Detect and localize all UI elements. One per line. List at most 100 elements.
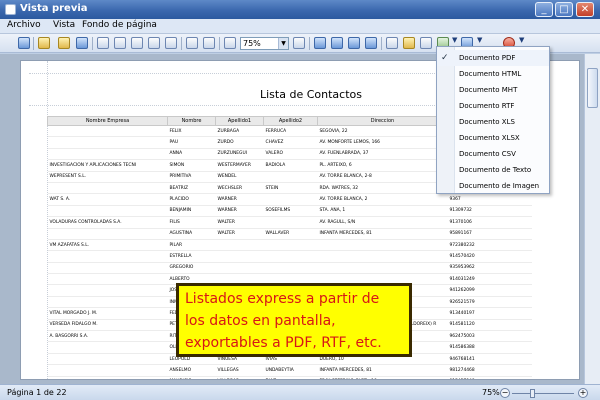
maximize-button[interactable]: □ [555,2,573,17]
table-cell: STEIN [263,182,318,195]
zoom-out-button[interactable]: − [500,388,510,398]
column-header: Apellido2 [263,116,318,126]
email-dropdown-arrow-icon[interactable]: ▼ [477,36,482,44]
print-icon[interactable] [114,37,126,49]
close-button[interactable]: ✕ [576,2,594,17]
table-row: AGUSTINA WALTER WALLAVER INFANTA MERCEDES, … [47,228,532,240]
table-cell: 91309732 [447,205,532,218]
table-cell [317,250,448,263]
window-title: Vista previa [20,3,88,14]
vertical-scrollbar[interactable] [584,54,600,384]
export-menu-item-label: Documento de Texto [459,166,532,174]
menu-fondo-pagina[interactable]: Fondo de página [82,20,157,30]
table-cell: ANNA [167,148,216,161]
table-cell [47,250,168,263]
magnifier-icon[interactable] [203,37,215,49]
menu-archivo[interactable]: Archivo [7,20,41,30]
table-cell: BADIOLA [263,159,318,172]
zoom-out-icon[interactable] [224,37,236,49]
table-cell: 972380232 [447,239,532,252]
export-menu-item[interactable]: Documento de Imagen [437,178,549,194]
zoom-select-value: 75% [243,39,261,48]
first-page-icon[interactable] [314,37,326,49]
last-page-icon[interactable] [365,37,377,49]
table-cell: 9367 [447,193,532,206]
minimize-button[interactable]: _ [535,2,553,17]
export-menu-item-label: Documento CSV [459,150,516,158]
table-cell: INVESTIGACION Y APLICACIONES TECNI [47,159,168,172]
table-cell: ESTRELLA [167,250,216,263]
export-menu-item[interactable]: ✓ Documento PDF [437,50,549,66]
table-row: VOLADURAS CONTROLADAS S.A. FILIS WALTER AV.… [47,216,532,229]
table-cell: ZURZUNEGUI [215,148,264,161]
close-dropdown-arrow-icon[interactable]: ▼ [519,36,524,44]
menu-vista[interactable]: Vista [53,20,75,30]
zoom-slider-track[interactable] [512,393,574,394]
prev-page-icon[interactable] [331,37,343,49]
table-cell [47,364,168,377]
page-setup-icon[interactable] [97,37,109,49]
table-cell: VILLEGAS [215,364,264,377]
table-cell [215,262,264,275]
multi-page-icon[interactable] [386,37,398,49]
column-header: Nombre [167,116,216,126]
table-cell: SEGOVIA, 22 [317,125,448,138]
export-menu-item[interactable]: Documento CSV [437,146,549,162]
toolbar-separator [181,37,182,50]
zoom-in-icon[interactable] [293,37,305,49]
export-dropdown-arrow-icon[interactable]: ▼ [452,36,457,44]
export-menu-item[interactable]: Documento MHT [437,82,549,98]
color-icon[interactable] [403,37,415,49]
table-cell: BEATRIZ [167,182,216,195]
header-footer-icon[interactable] [165,37,177,49]
table-cell [263,250,318,263]
margins-icon[interactable] [148,37,160,49]
table-cell: ZURDO [215,136,264,149]
table-cell: AV. RAGULL, S/N [317,216,448,229]
table-cell: SIMON [167,159,216,172]
title-bar: Vista previa _ □ ✕ [0,0,600,19]
export-menu-item-label: Documento RTF [459,102,515,110]
table-cell: 913440197 [447,307,532,320]
margin-guide [29,73,459,74]
table-row: GREGORIO 935953962 [47,262,532,275]
table-cell: VILLEGAS [215,376,264,379]
table-cell [47,284,168,297]
zoom-slider-thumb[interactable] [530,389,535,398]
table-cell: ZURBAGA [215,125,264,138]
export-menu-item[interactable]: Documento XLS [437,114,549,130]
table-row: ESTRELLA 914570420 [47,250,532,263]
open-icon[interactable] [58,37,70,49]
save-icon[interactable] [76,37,88,49]
hand-icon[interactable] [186,37,198,49]
export-menu-item-label: Documento de Imagen [459,182,540,190]
table-row: VM AZAFATAS S.L. PILAR 972380232 [47,239,532,252]
zoom-in-button[interactable]: + [578,388,588,398]
table-cell [47,125,168,138]
export-menu-item[interactable]: Documento HTML [437,66,549,82]
table-cell [47,148,168,161]
table-cell: 962475003 [447,330,532,343]
table-cell: AV. MONFORTE LEMOS, 166 [317,136,448,149]
table-cell [263,171,318,183]
table-cell: VOLADURAS CONTROLADAS S.A. [47,216,168,229]
print-quick-icon[interactable] [131,37,143,49]
table-cell: DIAZ [263,376,318,379]
zoom-select[interactable]: 75% ▼ [240,37,289,50]
export-menu-item[interactable]: Documento de Texto [437,162,549,178]
export-menu-item[interactable]: Documento XLSX [437,130,549,146]
find-icon[interactable] [38,37,50,49]
watermark-icon[interactable] [420,37,432,49]
table-row: BENJAMIN WARNER SOSEFILMS STA. ANA, 1 913097… [47,205,532,218]
zoom-level: 75% [482,388,500,397]
table-cell: AGUSTINA [167,228,216,240]
scrollbar-thumb[interactable] [587,68,598,108]
chevron-down-icon: ▼ [278,38,288,49]
binoculars-icon[interactable] [18,37,30,49]
check-icon: ✓ [441,53,449,63]
table-cell: GREGORIO [167,262,216,275]
table-cell [47,182,168,195]
export-menu-item[interactable]: Documento RTF [437,98,549,114]
next-page-icon[interactable] [348,37,360,49]
table-cell: WEPRESENT S.L. [47,171,168,183]
